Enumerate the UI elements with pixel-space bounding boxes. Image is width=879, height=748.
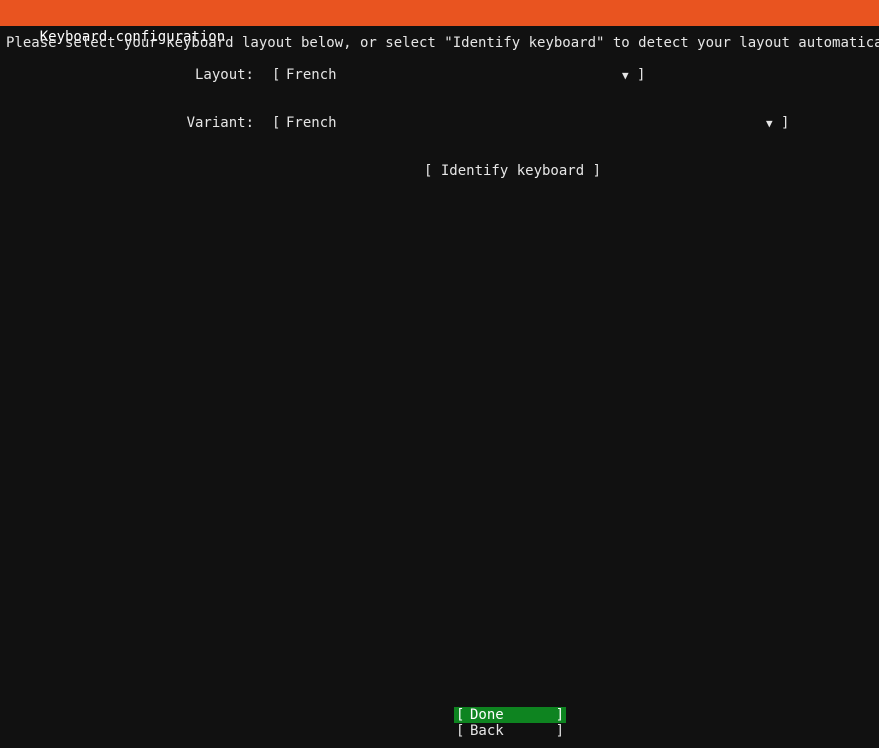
layout-value: French <box>286 67 337 83</box>
back-open-bracket: [ <box>456 723 465 739</box>
layout-dropdown[interactable]: [ French ▼ ] <box>272 67 647 85</box>
chevron-down-icon: ▼ <box>622 69 629 82</box>
done-close-bracket: ] <box>555 707 564 723</box>
back-label: Back <box>470 723 504 739</box>
variant-dropdown[interactable]: [ French ▼ ] <box>272 115 792 133</box>
variant-close-bracket: ] <box>781 115 790 131</box>
done-open-bracket: [ <box>456 707 465 723</box>
variant-label: Variant: <box>186 115 254 131</box>
variant-open-bracket: [ <box>272 115 281 131</box>
installer-screen: Keyboard configuration Please select you… <box>0 0 879 748</box>
title-bar: Keyboard configuration <box>0 0 879 45</box>
back-close-bracket: ] <box>555 723 564 739</box>
layout-close-bracket: ] <box>637 67 646 83</box>
done-label: Done <box>470 707 504 723</box>
instruction-text: Please select your keyboard layout below… <box>6 35 879 51</box>
variant-value: French <box>286 115 337 131</box>
chevron-down-icon: ▼ <box>766 117 773 130</box>
back-button[interactable]: [ Back ] <box>454 723 566 739</box>
identify-keyboard-button[interactable]: [ Identify keyboard ] <box>424 163 601 179</box>
layout-open-bracket: [ <box>272 67 281 83</box>
done-button[interactable]: [ Done ] <box>454 707 566 723</box>
layout-label: Layout: <box>194 67 254 83</box>
